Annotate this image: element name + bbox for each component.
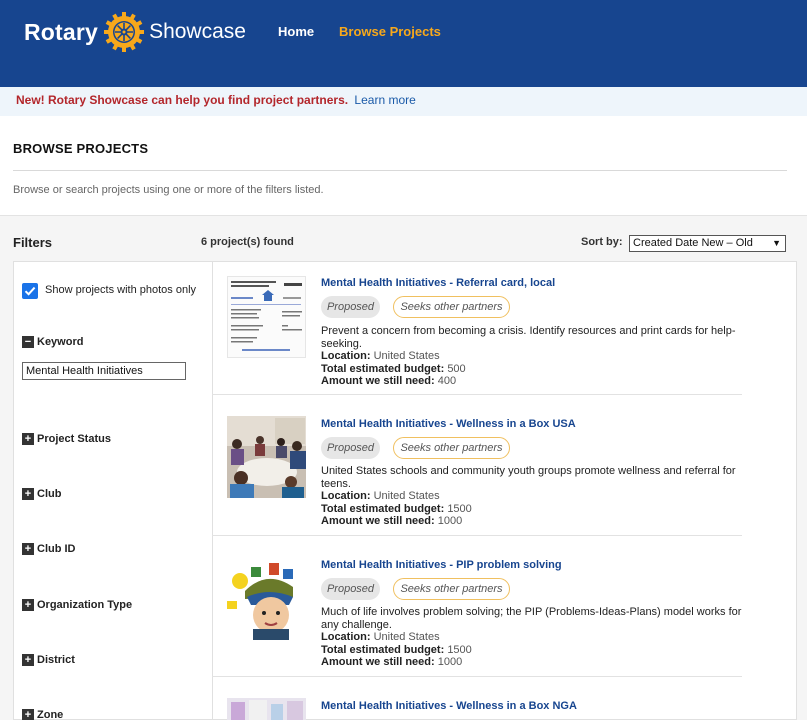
budget-value: 1500 [447,643,472,656]
rotary-showcase-logo[interactable]: Rotary Showcase [24,10,246,54]
project-card: Mental Health Initiatives - Referral car… [212,261,742,395]
budget-label: Total estimated budget: [321,643,445,656]
status-badge: Proposed [321,296,380,318]
photos-only-label[interactable]: Show projects with photos only [45,284,196,296]
project-details: Location: United States Total estimated … [321,631,472,669]
plus-icon[interactable]: + [22,433,34,445]
facet-zone[interactable]: + Zone [22,709,63,720]
site-header: Rotary Showcase Home Browse Projects [0,0,807,87]
sort-label: Sort by: [581,236,623,248]
facet-project-status[interactable]: + Project Status [22,433,111,445]
project-card: Mental Health Initiatives - PIP problem … [212,536,742,677]
nav-home-link[interactable]: Home [278,24,314,39]
facet-keyword[interactable]: − Keyword [22,336,83,348]
location-value: United States [373,631,440,643]
facet-club[interactable]: + Club [22,488,61,500]
referral-card-image [228,277,305,357]
project-thumbnail[interactable] [227,416,306,498]
wellness-box-photo [227,698,306,720]
budget-value: 500 [447,362,466,375]
group-meeting-photo [227,416,306,498]
plus-icon[interactable]: + [22,654,34,666]
checkmark-icon [24,286,36,296]
project-title-link[interactable]: Mental Health Initiatives - PIP problem … [321,559,562,571]
keyword-input[interactable]: Mental Health Initiatives [22,362,186,380]
project-title-link[interactable]: Mental Health Initiatives - Wellness in … [321,418,576,430]
need-value: 400 [437,375,457,387]
project-title-link[interactable]: Mental Health Initiatives - Wellness in … [321,700,577,712]
project-card: Mental Health Initiatives - Wellness in … [212,677,742,720]
page-description: Browse or search projects using one or m… [13,184,324,196]
results-count: 6 project(s) found [201,236,294,248]
nav-browse-projects-link[interactable]: Browse Projects [339,24,441,39]
need-value: 1000 [437,515,463,527]
project-details: Location: United States Total estimated … [321,350,466,388]
plus-icon[interactable]: + [22,599,34,611]
budget-label: Total estimated budget: [321,362,445,375]
facet-label: Club [37,488,62,500]
divider [13,170,787,171]
logo-product-name: Showcase [149,20,246,43]
sort-select-value: Created Date New – Old [633,237,753,249]
logo-wordmark: Rotary [24,18,99,45]
budget-value: 1500 [447,502,472,515]
project-description: United States schools and community yout… [321,465,736,490]
project-thumbnail[interactable] [227,557,306,640]
status-badge: Proposed [321,578,380,600]
announcement-banner: New! Rotary Showcase can help you find p… [0,87,807,116]
learn-more-link[interactable]: Learn more [354,93,415,107]
facet-district[interactable]: + District [22,654,75,666]
project-description: Much of life involves problem solving; t… [321,606,742,631]
facet-label: Club ID [37,543,76,555]
need-label: Amount we still need: [321,515,435,527]
project-thumbnail[interactable] [227,276,306,358]
plus-icon[interactable]: + [22,709,34,720]
location-value: United States [373,490,440,502]
banner-message: New! Rotary Showcase can help you find p… [16,93,349,107]
need-value: 1000 [437,656,463,668]
filters-heading: Filters [13,235,53,250]
plus-icon[interactable]: + [22,543,34,555]
page-title: BROWSE PROJECTS [13,141,149,156]
project-card: Mental Health Initiatives - Wellness in … [212,395,742,536]
project-thumbnail[interactable] [227,698,306,720]
facet-club-id[interactable]: + Club ID [22,543,76,555]
minus-icon[interactable]: − [22,336,34,348]
project-description: Prevent a concern from becoming a crisis… [321,325,736,350]
facet-organization-type[interactable]: + Organization Type [22,599,132,611]
project-title-link[interactable]: Mental Health Initiatives - Referral car… [321,277,555,289]
facet-label: Organization Type [37,599,133,611]
plus-icon[interactable]: + [22,488,34,500]
location-value: United States [373,350,440,362]
partner-badge: Seeks other partners [393,296,510,318]
partner-badge: Seeks other partners [393,437,510,459]
facet-label: Project Status [37,433,111,445]
partner-badge: Seeks other partners [393,578,510,600]
need-label: Amount we still need: [321,375,435,387]
location-label: Location: [321,350,371,362]
budget-label: Total estimated budget: [321,502,445,515]
need-label: Amount we still need: [321,656,435,668]
location-label: Location: [321,490,371,502]
sort-select[interactable]: Created Date New – Old ▼ [629,235,786,252]
facet-keyword-label: Keyword [37,336,84,348]
photos-only-checkbox[interactable] [22,283,38,299]
chevron-down-icon: ▼ [772,238,781,248]
rotary-wheel-icon [104,12,145,52]
project-details: Location: United States Total estimated … [321,490,472,528]
pip-illustration [227,557,306,640]
status-badge: Proposed [321,437,380,459]
facet-label: District [37,654,75,666]
facet-label: Zone [37,709,64,720]
location-label: Location: [321,631,371,643]
